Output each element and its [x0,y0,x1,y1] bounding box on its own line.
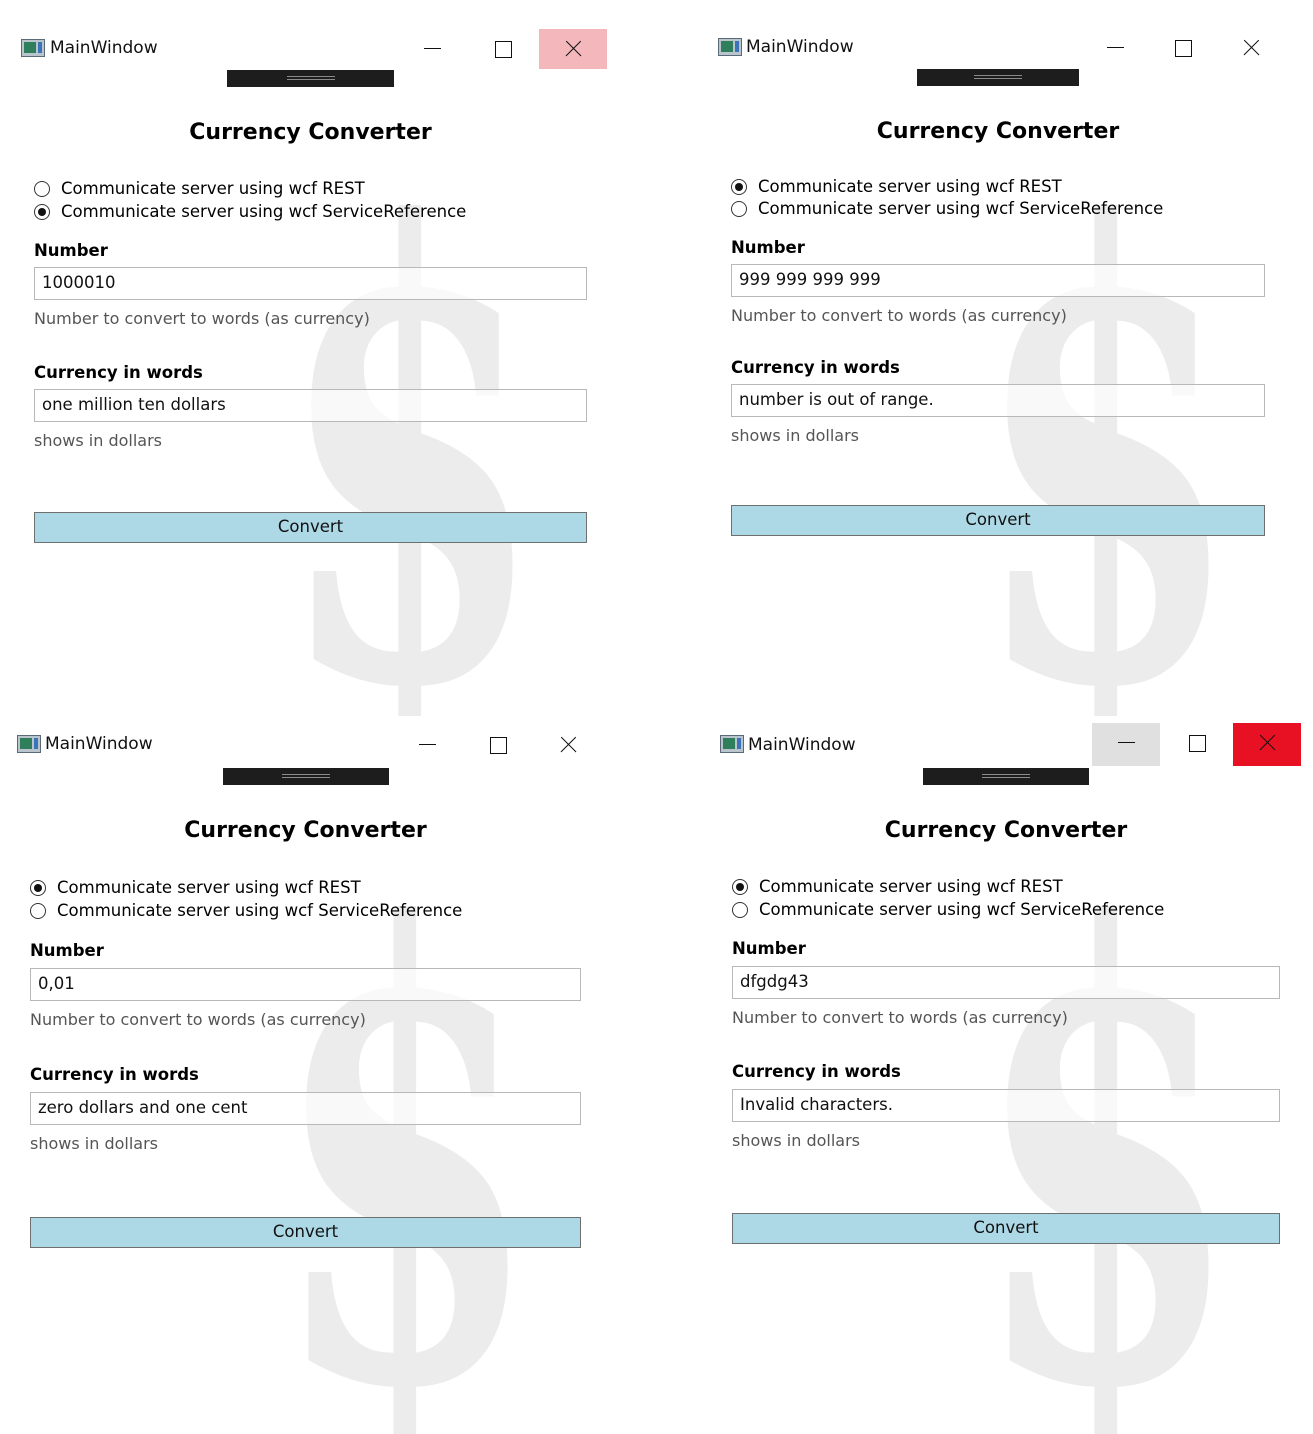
main-window-4: $ MainWindow Currency Converter Communic… [656,716,1313,1434]
radio-rest-indicator[interactable] [731,178,747,195]
words-hint: shows in dollars [30,1134,158,1153]
radio-rest[interactable]: Communicate server using wcf REST [732,877,1063,896]
number-input[interactable]: 999 999 999 999 [731,264,1265,297]
words-label: Currency in words [732,1062,901,1081]
words-label: Currency in words [731,358,900,377]
radio-service-reference-indicator[interactable] [732,901,748,918]
converter-form: Currency Converter Communicate server us… [731,0,1265,716]
radio-rest[interactable]: Communicate server using wcf REST [731,177,1062,196]
number-input[interactable]: 0,01 [30,968,581,1001]
convert-button[interactable]: Convert [732,1213,1280,1244]
radio-service-reference[interactable]: Communicate server using wcf ServiceRefe… [732,900,1164,919]
number-input[interactable]: dfgdg43 [732,966,1280,999]
radio-service-reference[interactable]: Communicate server using wcf ServiceRefe… [34,202,466,221]
convert-button[interactable]: Convert [34,512,587,543]
number-hint: Number to convert to words (as currency) [34,309,370,328]
words-label: Currency in words [34,363,203,382]
page-title: Currency Converter [184,818,427,843]
radio-service-reference-indicator[interactable] [731,200,747,217]
radio-service-reference-label: Communicate server using wcf ServiceRefe… [61,202,467,221]
radio-rest-indicator[interactable] [732,878,748,895]
main-window-3: $ MainWindow Currency Converter Communic… [0,716,656,1434]
main-window-2: $ MainWindow Currency Converter Communic… [656,0,1313,716]
radio-rest-label: Communicate server using wcf REST [57,878,361,897]
number-label: Number [30,941,104,960]
radio-service-reference-indicator[interactable] [34,203,50,220]
radio-rest[interactable]: Communicate server using wcf REST [34,179,365,198]
radio-service-reference[interactable]: Communicate server using wcf ServiceRefe… [30,901,462,920]
words-hint: shows in dollars [731,426,859,445]
words-output[interactable]: one million ten dollars [34,389,587,422]
words-output[interactable]: Invalid characters. [732,1089,1280,1122]
radio-service-reference-label: Communicate server using wcf ServiceRefe… [57,901,463,920]
converter-form: Currency Converter Communicate server us… [732,716,1280,1434]
radio-rest-indicator[interactable] [30,879,46,896]
number-hint: Number to convert to words (as currency) [732,1008,1068,1027]
converter-form: Currency Converter Communicate server us… [34,0,587,716]
radio-service-reference-indicator[interactable] [30,902,46,919]
number-hint: Number to convert to words (as currency) [731,306,1067,325]
radio-rest[interactable]: Communicate server using wcf REST [30,878,361,897]
radio-service-reference-label: Communicate server using wcf ServiceRefe… [759,900,1165,919]
number-hint: Number to convert to words (as currency) [30,1010,366,1029]
convert-button[interactable]: Convert [30,1217,581,1248]
radio-rest-indicator[interactable] [34,180,50,197]
words-hint: shows in dollars [732,1131,860,1150]
radio-rest-label: Communicate server using wcf REST [61,179,365,198]
words-output[interactable]: number is out of range. [731,384,1265,417]
radio-service-reference-label: Communicate server using wcf ServiceRefe… [758,199,1164,218]
number-label: Number [34,241,108,260]
radio-service-reference[interactable]: Communicate server using wcf ServiceRefe… [731,199,1163,218]
page-title: Currency Converter [189,120,432,145]
words-label: Currency in words [30,1065,199,1084]
radio-rest-label: Communicate server using wcf REST [759,877,1063,896]
radio-rest-label: Communicate server using wcf REST [758,177,1062,196]
number-label: Number [732,939,806,958]
number-input[interactable]: 1000010 [34,267,587,300]
convert-button[interactable]: Convert [731,505,1265,536]
number-label: Number [731,238,805,257]
words-hint: shows in dollars [34,431,162,450]
words-output[interactable]: zero dollars and one cent [30,1092,581,1125]
converter-form: Currency Converter Communicate server us… [30,716,581,1434]
main-window-1: $ MainWindow Currency Converter Communic… [0,0,656,716]
page-title: Currency Converter [884,818,1128,843]
page-title: Currency Converter [876,119,1120,144]
